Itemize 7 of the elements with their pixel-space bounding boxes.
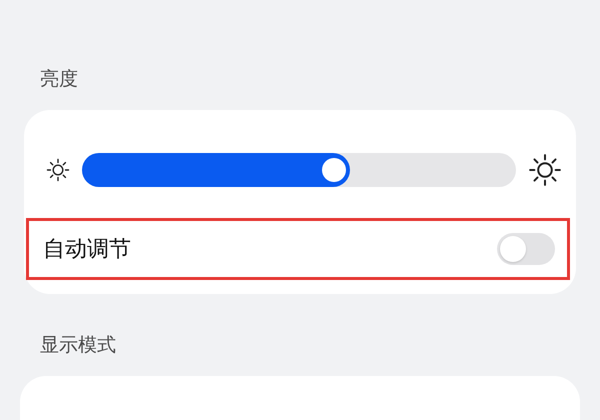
brightness-slider[interactable] <box>82 153 516 187</box>
auto-adjust-label: 自动调节 <box>43 236 131 264</box>
section-title: 亮度 <box>39 67 79 92</box>
auto-adjust-toggle[interactable] <box>497 233 555 265</box>
bright-sun-icon <box>528 153 562 187</box>
section-title: 显示模式 <box>39 333 117 358</box>
dim-sun-icon <box>46 158 70 182</box>
